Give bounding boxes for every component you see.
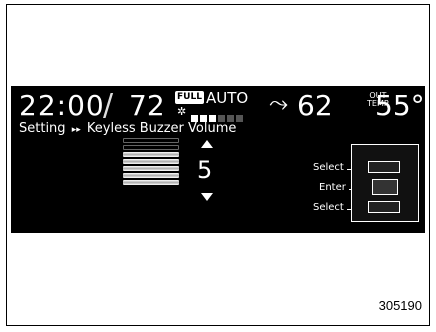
volume-up-arrow-icon[interactable]: [201, 140, 213, 148]
volume-bar: [123, 145, 179, 150]
control-panel: [351, 144, 419, 222]
volume-bar: [123, 152, 179, 157]
figure-code: 305190: [378, 298, 422, 313]
volume-bar: [123, 138, 179, 143]
select-down-button[interactable]: [368, 201, 400, 213]
full-badge: FULL: [175, 91, 204, 104]
clock: 22:00: [19, 89, 105, 122]
airflow-icon: ⤳: [269, 89, 289, 117]
volume-value: 5: [197, 156, 213, 184]
enter-button[interactable]: [372, 179, 398, 195]
volume-bar: [123, 166, 179, 171]
volume-level-bars: [123, 138, 179, 187]
volume-bar: [123, 180, 179, 185]
passenger-temp: 62: [297, 89, 333, 122]
breadcrumb-separator: ▸▸: [71, 125, 81, 135]
enter-label: Enter: [319, 182, 346, 193]
driver-temp: 72: [129, 89, 165, 122]
status-bar: 22:00 / 72 FULL AUTO ✲ ⤳ 62 OUT TEMP 55°…: [11, 86, 425, 123]
select-down-label: Select: [313, 202, 344, 213]
fan-status: FULL AUTO ✲: [175, 89, 255, 122]
volume-bar: [123, 159, 179, 164]
divider-slash: /: [103, 88, 114, 123]
outside-temp: 55°F: [375, 89, 425, 122]
display-screen: 22:00 / 72 FULL AUTO ✲ ⤳ 62 OUT TEMP 55°…: [11, 86, 425, 233]
auto-mode: AUTO: [206, 89, 249, 107]
breadcrumb-page: Keyless Buzzer Volume: [86, 121, 237, 136]
fan-icon: ✲: [177, 105, 187, 118]
select-up-button[interactable]: [368, 161, 400, 173]
breadcrumb: Setting ▸▸ Keyless Buzzer Volume: [19, 121, 236, 136]
volume-down-arrow-icon[interactable]: [201, 193, 213, 201]
volume-bar: [123, 173, 179, 178]
breadcrumb-root: Setting: [19, 121, 66, 136]
select-up-label: Select: [313, 162, 344, 173]
